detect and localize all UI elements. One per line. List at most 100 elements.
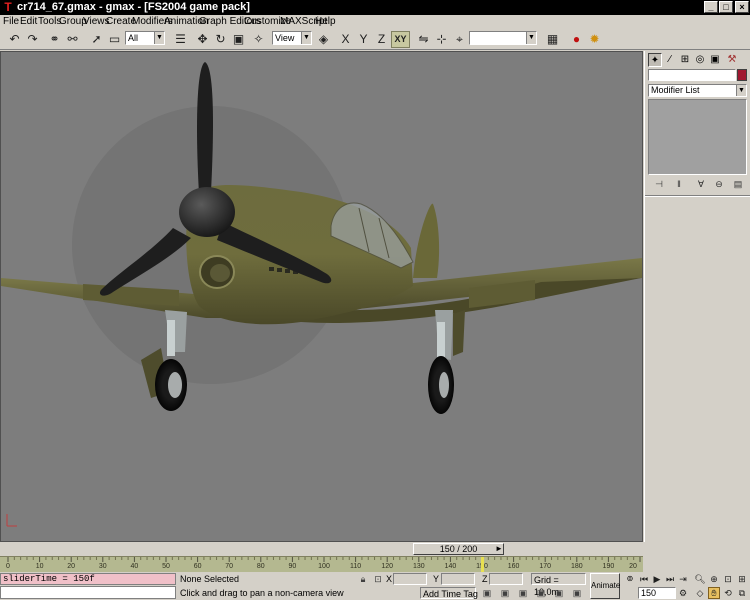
absolute-mode-icon[interactable]: ⊡ — [372, 573, 384, 585]
left-gear-strut — [167, 320, 175, 356]
motion-tab-icon[interactable]: ◎ — [693, 53, 707, 67]
reference-coordinate-value: View — [275, 33, 295, 43]
menu-help[interactable]: Help — [315, 15, 336, 28]
close-button[interactable]: × — [735, 1, 749, 13]
y-coordinate-field[interactable] — [441, 573, 475, 585]
go-to-start-icon[interactable]: ⏮ — [638, 573, 650, 585]
pivot-point-center-icon[interactable]: ◈ — [315, 31, 332, 48]
render-scene-icon[interactable]: ✹ — [586, 31, 603, 48]
show-end-result-icon[interactable]: ‖ — [672, 178, 686, 190]
select-and-move-icon[interactable]: ✥ — [194, 31, 211, 48]
align-icon[interactable]: ⊹ — [433, 31, 450, 48]
zoom-icon[interactable]: 🔍︎ — [694, 573, 706, 585]
reference-coordinate-dropdown[interactable]: View ▼ — [272, 31, 312, 45]
manipulate-icon[interactable]: ✧ — [250, 31, 267, 48]
z-coordinate-label: Z — [482, 574, 488, 584]
undo-icon[interactable]: ↶ — [6, 31, 23, 48]
track-bar-tick-label: 160 — [507, 563, 520, 570]
minimize-button[interactable]: _ — [704, 1, 718, 13]
modifier-stack-buttons: ⊣ ‖ ∀ ⊖ ▤ — [648, 178, 747, 190]
select-by-name-icon[interactable]: ☰ — [172, 31, 189, 48]
object-name-field[interactable] — [648, 69, 736, 81]
track-bar-tick-label: 60 — [193, 563, 202, 570]
selection-filter-dropdown[interactable]: All ▼ — [125, 31, 165, 45]
cube-icon[interactable]: ▣ — [553, 587, 565, 599]
menu-tools[interactable]: Tools — [38, 15, 61, 28]
left-wheel-hub — [168, 372, 182, 398]
zoom-all-icon[interactable]: ⊕ — [708, 573, 720, 585]
redo-icon[interactable]: ↷ — [24, 31, 41, 48]
propeller-blade-top — [197, 62, 213, 194]
x-coordinate-field[interactable] — [393, 573, 427, 585]
pin-stack-icon[interactable]: ⊣ — [652, 178, 666, 190]
restrict-to-xy-button[interactable]: XY — [391, 31, 410, 48]
create-tab-icon[interactable]: ✦ — [648, 53, 662, 67]
zoom-extents-icon[interactable]: ⊡ — [722, 573, 734, 585]
right-wheel-hub — [439, 372, 449, 398]
cube-icon[interactable]: ▣ — [571, 587, 583, 599]
select-and-rotate-icon[interactable]: ↻ — [212, 31, 229, 48]
add-time-tag-button[interactable]: Add Time Tag — [420, 587, 478, 599]
hierarchy-tab-icon[interactable]: ⊞ — [678, 53, 692, 67]
track-bar-tick-label: 190 — [602, 563, 615, 570]
track-bar-tick-label: 120 — [381, 563, 394, 570]
cube-icon[interactable]: ▣ — [499, 587, 511, 599]
track-bar-tick-label: 40 — [130, 563, 139, 570]
select-object-icon[interactable]: ➚ — [88, 31, 105, 48]
material-editor-icon[interactable]: ● — [568, 31, 585, 48]
select-and-link-icon[interactable]: ⚭ — [46, 31, 63, 48]
cube-icon[interactable]: ▣ — [517, 587, 529, 599]
named-selection-dropdown[interactable]: ▼ — [469, 31, 537, 45]
track-bar[interactable]: 0102030405060708090100110120130140150160… — [0, 556, 643, 572]
zoom-extents-all-icon[interactable]: ⊞ — [736, 573, 748, 585]
lock-selection-icon[interactable]: 🔒︎ — [357, 573, 369, 585]
restrict-to-x-button[interactable]: X — [337, 31, 354, 48]
field-of-view-icon[interactable]: ◇ — [694, 587, 706, 599]
unlink-selection-icon[interactable]: ⚯ — [64, 31, 81, 48]
restrict-to-z-button[interactable]: Z — [373, 31, 390, 48]
frame-display: 150 / 200 — [439, 544, 478, 554]
perspective-viewport[interactable] — [0, 51, 643, 542]
menu-edit[interactable]: Edit — [20, 15, 37, 28]
modifier-list-dropdown[interactable]: Modifier List ▼ — [648, 84, 747, 97]
chevron-down-icon: ▼ — [154, 32, 164, 44]
pan-hand-icon[interactable]: ✋︎ — [708, 587, 720, 599]
current-frame-field[interactable]: 150 — [638, 587, 676, 599]
remove-modifier-icon[interactable]: ⊖ — [712, 178, 726, 190]
maximize-viewport-icon[interactable]: ⧉ — [736, 587, 748, 599]
maxscript-listener-output[interactable]: sliderTime = 150f — [0, 573, 176, 585]
animate-button[interactable]: Animate — [590, 573, 620, 599]
right-gear-door — [453, 310, 465, 356]
track-view-icon[interactable]: ▦ — [544, 31, 561, 48]
selection-filter-value: All — [128, 33, 139, 43]
key-mode-icon[interactable]: ⊚ — [623, 573, 637, 585]
restrict-to-y-button[interactable]: Y — [355, 31, 372, 48]
modify-tab-icon[interactable]: ∕ — [663, 53, 677, 67]
key-mode-toggle-icon[interactable]: ⇥ — [677, 573, 689, 585]
make-unique-icon[interactable]: ∀ — [694, 178, 708, 190]
configure-modifier-sets-icon[interactable]: ▤ — [731, 178, 745, 190]
z-coordinate-field[interactable] — [489, 573, 523, 585]
current-frame-marker — [481, 557, 484, 572]
display-tab-icon[interactable]: ▣ — [708, 53, 722, 67]
maxscript-listener-input[interactable] — [0, 586, 176, 599]
next-frame-arrow-icon[interactable]: ► — [494, 543, 504, 555]
select-and-scale-icon[interactable]: ▣ — [230, 31, 247, 48]
modifier-stack-list[interactable] — [648, 99, 747, 175]
viewport-canvas[interactable] — [1, 52, 642, 541]
maximize-button[interactable]: □ — [719, 1, 733, 13]
cube-icon[interactable]: ▣ — [535, 587, 547, 599]
arc-rotate-icon[interactable]: ⟲ — [722, 587, 734, 599]
play-icon[interactable]: ▶ — [651, 573, 663, 585]
cube-icon[interactable]: ▣ — [481, 587, 493, 599]
menu-file[interactable]: File — [3, 15, 19, 28]
prompt-line: Click and drag to pan a non-camera view — [180, 588, 344, 598]
utilities-tab-icon[interactable]: ⚒ — [725, 53, 739, 67]
rectangular-selection-region-icon[interactable]: ▭ — [106, 31, 123, 48]
mirror-icon[interactable]: ⇋ — [415, 31, 432, 48]
time-configuration-icon[interactable]: ⚙ — [677, 587, 689, 599]
time-slider-thumb[interactable]: 150 / 200 — [413, 543, 504, 555]
object-color-swatch[interactable] — [737, 69, 747, 81]
go-to-end-icon[interactable]: ⏭ — [664, 573, 676, 585]
snap-icon[interactable]: ⌖ — [451, 31, 468, 48]
